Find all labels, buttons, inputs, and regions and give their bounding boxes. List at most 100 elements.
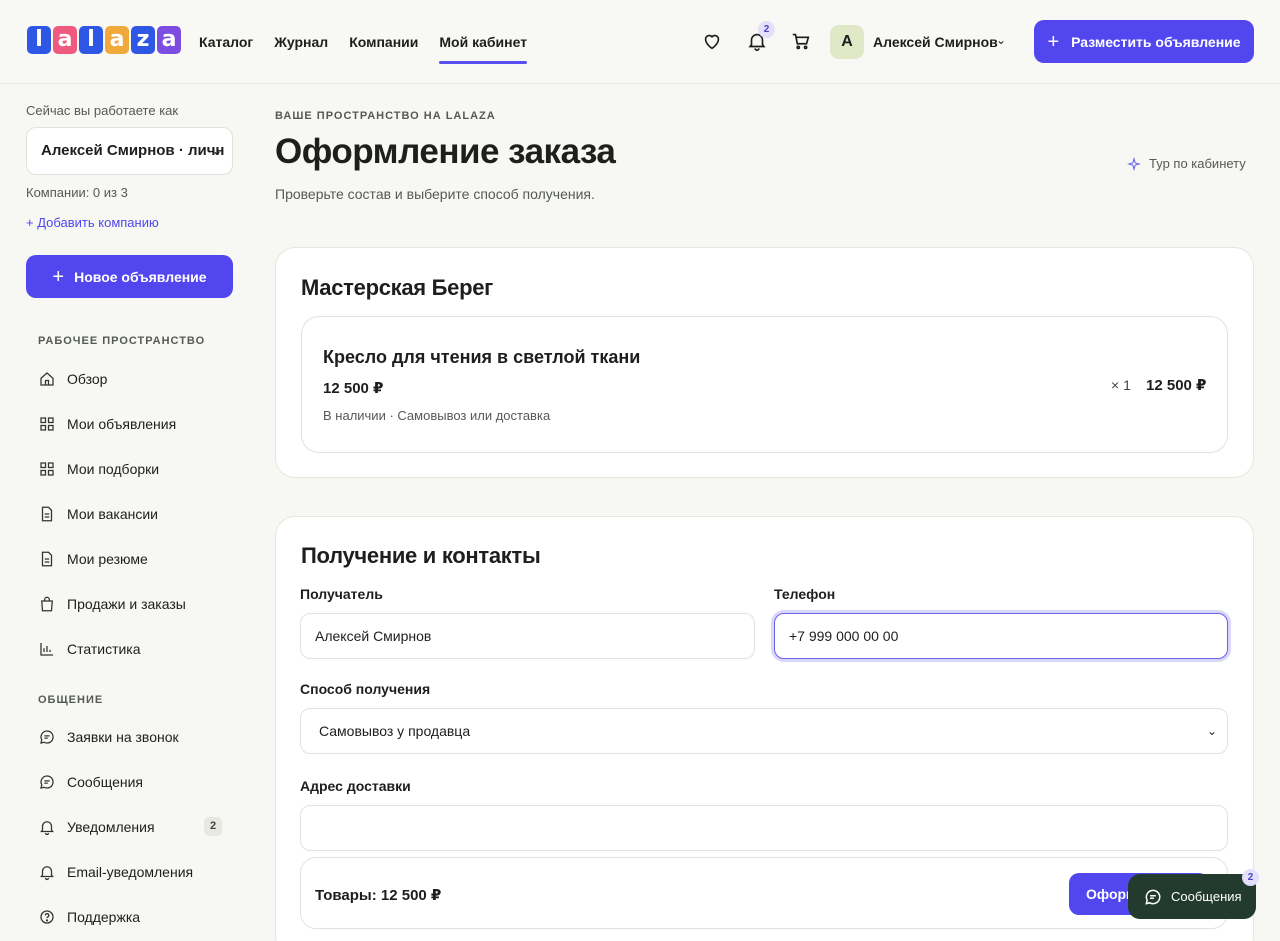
sidebar-item-label: Обзор — [67, 371, 108, 387]
lalaza-logo[interactable]: lalaza — [27, 26, 181, 56]
sidebar-item-vacancies[interactable]: Мои вакансии — [38, 498, 234, 530]
new-ad-label: Новое объявление — [74, 268, 207, 285]
home-icon — [40, 372, 54, 386]
grid-icon — [40, 417, 54, 431]
sparkle-icon — [1127, 156, 1141, 171]
sidebar-item-resumes[interactable]: Мои резюме — [38, 543, 234, 575]
sidebar-item-notifications[interactable]: Уведомления 2 — [38, 811, 234, 843]
sidebar-item-label: Продажи и заказы — [67, 596, 186, 612]
bell-icon — [40, 821, 54, 836]
tour-link[interactable]: Тур по кабинету — [1127, 156, 1246, 171]
address-input[interactable] — [300, 805, 1228, 851]
messages-widget-label: Сообщения — [1171, 889, 1242, 904]
sidebar-item-label: Заявки на звонок — [67, 729, 179, 745]
sidebar-item-label: Мои подборки — [67, 461, 160, 477]
account-select[interactable]: Алексей Смирнов · личн ⌄ — [26, 127, 233, 175]
post-ad-label: Разместить объявление — [1071, 33, 1241, 50]
chevron-down-icon: ⌄ — [211, 144, 222, 158]
logo-letter: l — [79, 26, 103, 54]
tour-link-label: Тур по кабинету — [1149, 156, 1246, 171]
chevron-down-icon: ⌄ — [1206, 724, 1217, 738]
sidebar-item-support[interactable]: Поддержка — [38, 901, 234, 933]
chat-icon — [1145, 889, 1161, 905]
sidebar-item-label: Мои вакансии — [67, 506, 158, 522]
phone-label: Телефон — [774, 586, 836, 602]
help-icon — [40, 910, 54, 924]
sidebar-item-messages[interactable]: Сообщения — [38, 766, 234, 798]
add-company-link[interactable]: + Добавить компанию — [26, 215, 159, 230]
order-summary: Товары: 12 500 ₽ Оформ — [300, 857, 1228, 929]
item-total: 12 500 ₽ — [1146, 377, 1207, 394]
sidebar-item-callbacks[interactable]: Заявки на звонок — [38, 721, 234, 753]
top-header: lalaza Каталог Журнал Компании Мой кабин… — [0, 0, 1280, 84]
grid-icon — [40, 462, 54, 476]
item-name[interactable]: Кресло для чтения в светлой ткани — [323, 347, 640, 368]
logo-letter: z — [131, 26, 155, 54]
page-title: Оформление заказа — [275, 132, 616, 171]
cart-item: Кресло для чтения в светлой ткани 12 500… — [301, 316, 1228, 453]
chart-icon — [40, 643, 53, 656]
notifications-count-badge: 2 — [204, 817, 222, 836]
sidebar-item-sales[interactable]: Продажи и заказы — [38, 588, 234, 620]
recipient-label: Получатель — [300, 586, 383, 602]
sidebar: Сейчас вы работаете как Алексей Смирнов … — [0, 84, 260, 941]
messages-widget[interactable]: Сообщения — [1128, 874, 1256, 919]
logo-letter: l — [27, 26, 51, 54]
heart-icon[interactable] — [701, 30, 723, 52]
user-name[interactable]: Алексей Смирнов — [873, 34, 998, 50]
method-label: Способ получения — [300, 681, 431, 697]
chevron-down-icon[interactable]: ⌄ — [996, 33, 1006, 47]
post-ad-button[interactable]: + Разместить объявление — [1034, 20, 1254, 63]
sidebar-item-label: Статистика — [67, 641, 141, 657]
chat-icon — [40, 730, 54, 744]
communication-section-title: ОБЩЕНИЕ — [38, 694, 104, 706]
delivery-method-select[interactable]: Самовывоз у продавца ⌄ — [300, 708, 1228, 754]
nav-journal[interactable]: Журнал — [274, 0, 328, 84]
main-nav: Каталог Журнал Компании Мой кабинет — [199, 0, 527, 84]
sidebar-item-overview[interactable]: Обзор — [38, 363, 234, 395]
sidebar-item-label: Уведомления — [67, 819, 155, 835]
chat-icon — [40, 775, 54, 789]
nav-my-cabinet[interactable]: Мой кабинет — [439, 0, 527, 84]
summary-total: Товары: 12 500 ₽ — [315, 887, 442, 904]
avatar[interactable]: А — [830, 25, 864, 59]
seller-name: Мастерская Берег — [301, 275, 494, 300]
bag-icon — [41, 596, 53, 612]
sidebar-item-label: Мои резюме — [67, 551, 148, 567]
sidebar-item-collections[interactable]: Мои подборки — [38, 453, 234, 485]
document-icon — [41, 506, 53, 522]
plus-icon: + — [52, 265, 65, 288]
item-quantity: × 1 — [1111, 377, 1131, 393]
sidebar-item-label: Поддержка — [67, 909, 141, 925]
logo-letter: a — [157, 26, 181, 54]
recipient-input[interactable]: Алексей Смирнов — [300, 613, 755, 659]
sidebar-item-label: Сообщения — [67, 774, 143, 790]
delivery-method-value: Самовывоз у продавца — [319, 723, 471, 739]
cart-icon[interactable] — [790, 30, 812, 52]
sidebar-item-label: Мои объявления — [67, 416, 177, 432]
sidebar-item-my-ads[interactable]: Мои объявления — [38, 408, 234, 440]
item-price: 12 500 ₽ — [323, 380, 384, 397]
new-ad-button[interactable]: + Новое объявление — [26, 255, 233, 298]
sidebar-item-statistics[interactable]: Статистика — [38, 633, 234, 665]
working-as-label: Сейчас вы работаете как — [26, 103, 179, 118]
companies-count: Компании: 0 из 3 — [26, 185, 128, 200]
phone-input[interactable]: +7 999 000 00 00 — [774, 613, 1228, 659]
address-label: Адрес доставки — [300, 778, 411, 794]
sidebar-item-label: Email-уведомления — [67, 864, 194, 880]
item-meta: В наличии · Самовывоз или доставка — [323, 408, 551, 423]
logo-letter: a — [53, 26, 77, 54]
nav-companies[interactable]: Компании — [349, 0, 418, 84]
plus-icon: + — [1047, 30, 1060, 53]
document-icon — [41, 551, 53, 567]
notifications-badge: 2 — [758, 21, 775, 38]
nav-catalog[interactable]: Каталог — [199, 0, 253, 84]
sidebar-item-email-notifications[interactable]: Email-уведомления — [38, 856, 234, 888]
logo-letter: a — [105, 26, 129, 54]
page-subtitle: Проверьте состав и выберите способ получ… — [275, 186, 595, 202]
page-kicker: ВАШЕ ПРОСТРАНСТВО НА LALAZA — [275, 110, 496, 122]
workspace-section-title: РАБОЧЕЕ ПРОСТРАНСТВО — [38, 335, 206, 347]
delivery-title: Получение и контакты — [301, 543, 541, 568]
bell-icon — [40, 866, 54, 881]
account-select-value: Алексей Смирнов · личн — [41, 142, 225, 159]
